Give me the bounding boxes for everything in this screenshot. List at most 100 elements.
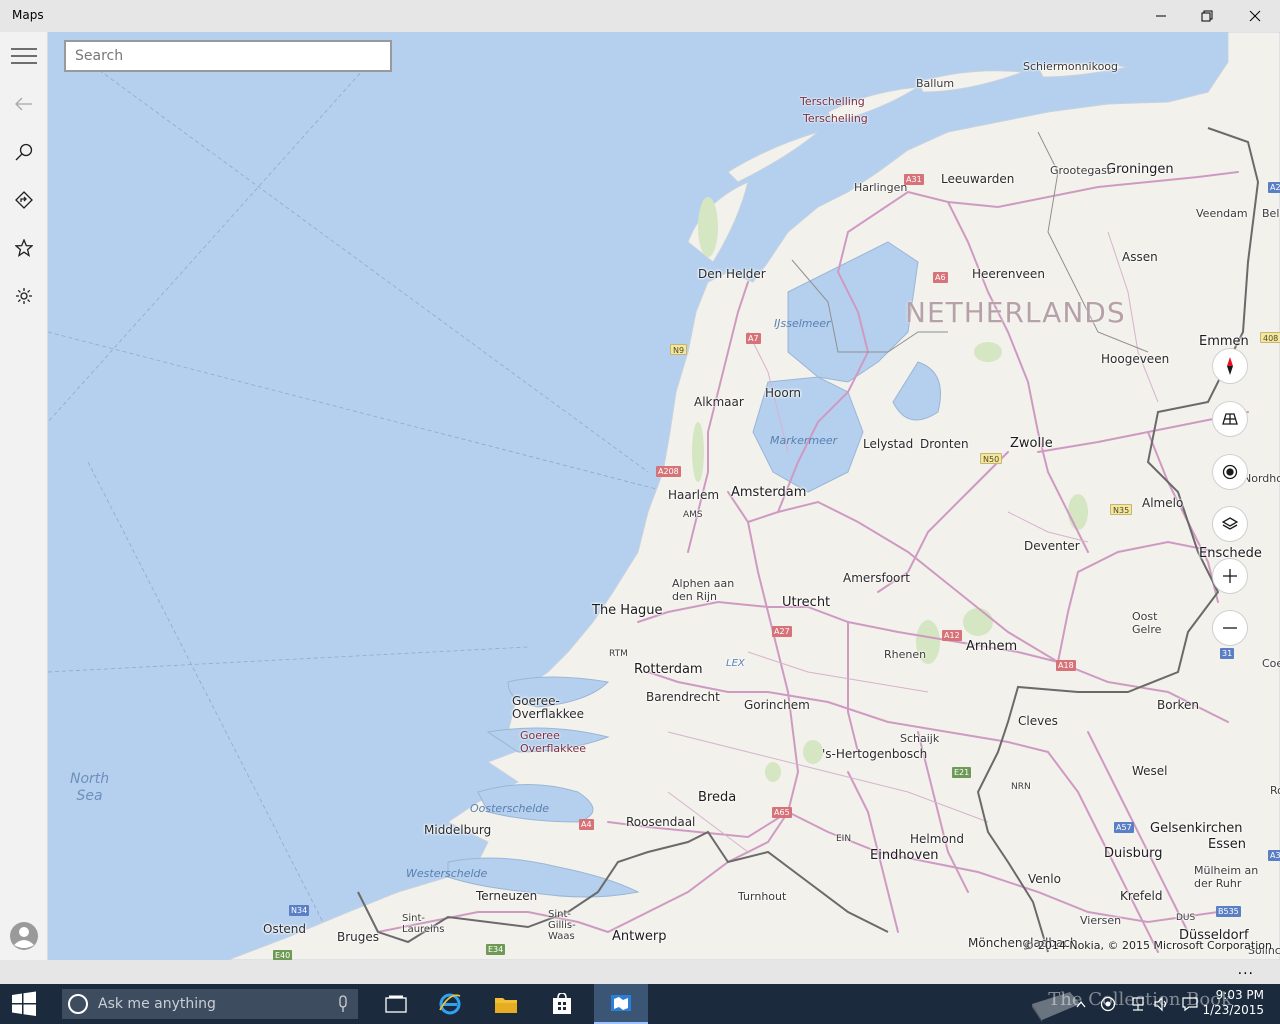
city-label: Veendam [1196,207,1248,220]
city-label: Duisburg [1104,846,1163,861]
back-button[interactable] [0,80,48,128]
close-button[interactable] [1232,0,1278,32]
tray-onedrive[interactable] [1098,984,1118,1024]
windows-logo-icon [12,991,36,1016]
city-label: Sint-Gillis-Waas [548,909,576,942]
directions-button[interactable] [0,176,48,224]
search-nav-button[interactable] [0,128,48,176]
search-input[interactable] [66,42,390,70]
tray-action-center[interactable] [1180,984,1200,1024]
plus-icon [1223,569,1237,583]
start-button[interactable] [0,984,48,1024]
clock-time: 9:03 PM [1215,988,1264,1002]
city-label: Harlingen [854,181,908,194]
back-arrow-icon [15,97,32,111]
hamburger-icon [11,48,37,64]
city-label: Grootegast [1050,164,1112,177]
compass-icon [1227,357,1233,375]
city-label: Alkmaar [694,395,744,409]
my-location-button[interactable] [1212,454,1248,490]
tilt-button[interactable] [1212,401,1248,437]
more-options-button[interactable]: ... [1238,962,1254,978]
city-label: Cleves [1018,714,1058,728]
map-layers-button[interactable] [1212,506,1248,542]
island-label: Terschelling [800,95,865,108]
window-title: Maps [12,8,44,22]
search-icon [15,143,33,161]
favorites-button[interactable] [0,224,48,272]
maps-app-button[interactable] [594,984,648,1024]
store-button[interactable] [535,984,589,1024]
city-label: Almelo [1142,496,1184,510]
internet-explorer-icon [439,993,461,1015]
country-label: NETHERLANDS [905,296,1126,329]
city-label: Breda [698,790,737,805]
city-label: Hoorn [765,386,802,400]
restore-button[interactable] [1184,0,1230,32]
city-label: Lelystad [863,437,914,451]
zoom-in-button[interactable] [1212,558,1248,594]
city-label: Arnhem [966,639,1018,654]
taskbar: Ask me anything The Collection Book 9:03… [0,984,1280,1024]
city-label: Nordho [1243,472,1280,485]
city-label: Schaijk [900,732,940,745]
city-label: Essen [1208,837,1246,852]
road-shield: A31 [904,174,924,185]
settings-button[interactable] [0,272,48,320]
road-shield: A28 [1268,182,1280,193]
cortana-search-box[interactable]: Ask me anything [62,989,358,1019]
road-shield: A4 [579,819,594,830]
city-label: The Hague [592,603,663,618]
road-shield: N35 [1110,504,1133,515]
city-label: Roosendaal [626,815,696,829]
avatar-icon [10,922,38,950]
city-label: Dronten [920,437,969,451]
tray-volume[interactable] [1152,984,1172,1024]
city-label: Schiermonnikoog [1023,60,1119,73]
road-shield: N34 [289,905,310,916]
gear-icon [16,288,32,304]
water-label: Westerschelde [406,867,488,880]
city-label: Deventer [1024,539,1080,553]
cortana-placeholder: Ask me anything [98,996,216,1012]
water-label: IJsselmeer [774,317,831,330]
clock[interactable]: 9:03 PM 1/23/2015 [1202,988,1264,1018]
zoom-out-button[interactable] [1212,610,1248,646]
city-label: Oost Gelre [1132,610,1162,636]
tray-network[interactable] [1128,984,1148,1024]
message-icon [1182,997,1198,1012]
city-label: Zwolle [1010,436,1053,451]
star-icon [15,239,33,257]
store-icon [553,993,571,1014]
city-label: Ballum [916,77,955,90]
search-box[interactable] [64,40,392,72]
airport-label: DUS [1176,913,1196,923]
book-watermark-icon [1032,992,1080,1022]
city-label: Krefeld [1120,889,1163,903]
task-view-button[interactable] [369,984,423,1024]
road-shield: A7 [746,333,761,344]
account-button[interactable] [0,912,48,960]
tilt-icon [1222,413,1238,425]
water-label: Markermeer [770,434,838,447]
city-label: Turnhout [738,890,787,903]
file-explorer-button[interactable] [479,984,533,1024]
hamburger-menu-button[interactable] [0,32,48,80]
city-label: Antwerp [612,929,667,944]
road-shield: E40 [273,950,293,960]
compass-button[interactable] [1212,348,1248,384]
internet-explorer-button[interactable] [423,984,477,1024]
location-icon [1222,464,1238,480]
road-shield: 31 [1220,648,1235,659]
city-label: Viersen [1080,914,1122,927]
volume-icon [1154,996,1167,1012]
city-label: Den Helder [698,267,766,281]
network-icon [1132,997,1144,1011]
airport-label: NRN [1011,782,1031,792]
road-shield: N50 [980,453,1003,464]
road-shield: A6 [933,272,948,283]
map-canvas[interactable]: NETHERLANDS North Sea IJsselmeer Markerme… [48,32,1280,960]
minimize-button[interactable] [1138,0,1184,32]
command-bar: ... [0,960,1280,984]
city-label: Mülheim an der Ruhr [1194,864,1259,890]
